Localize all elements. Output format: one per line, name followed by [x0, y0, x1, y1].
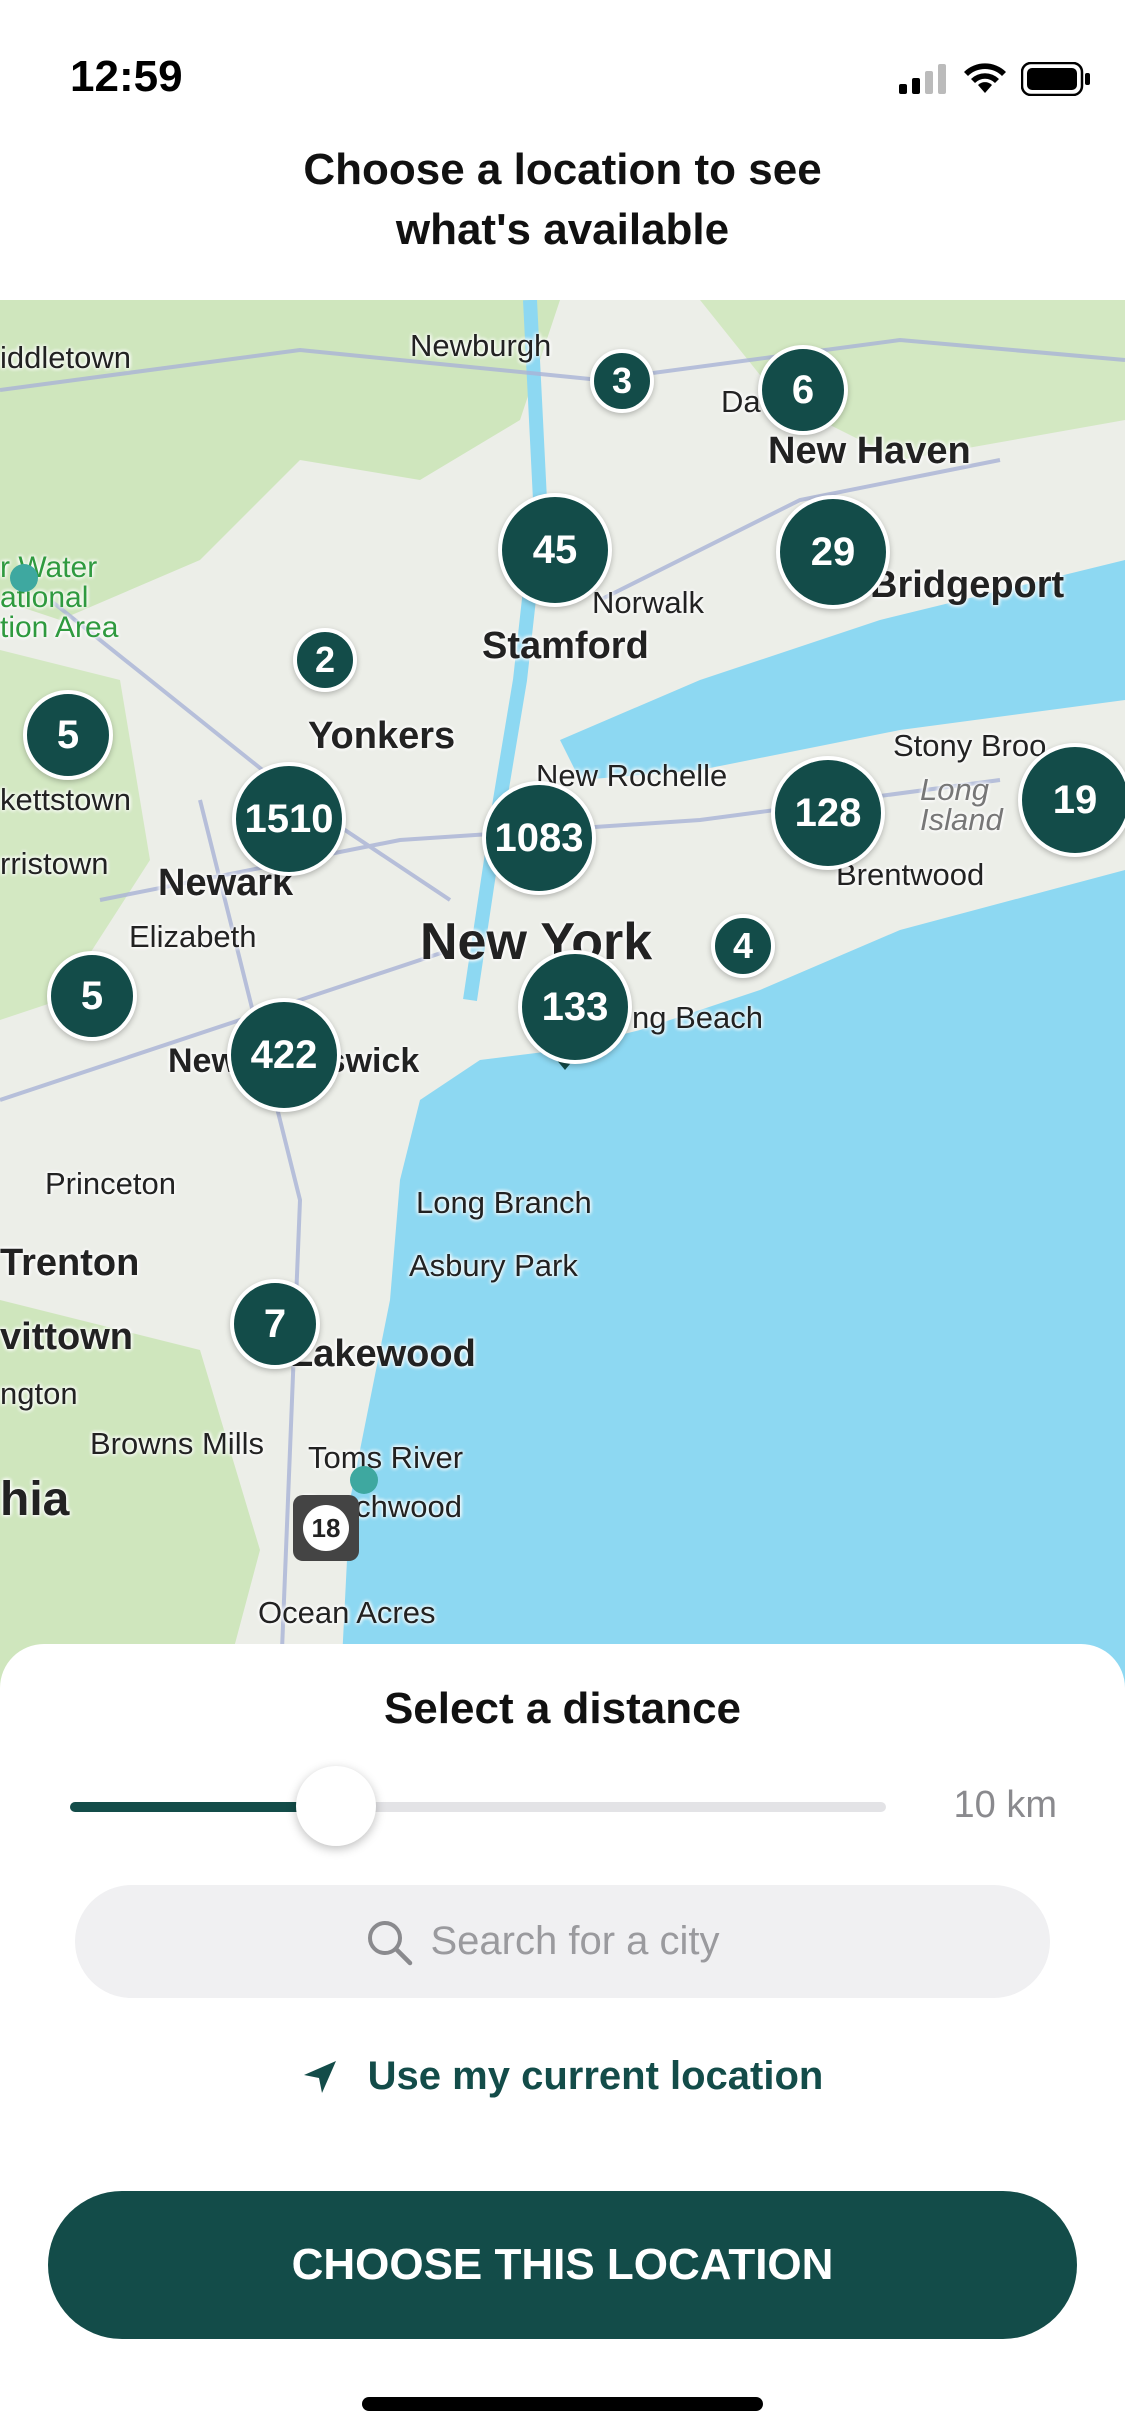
- cluster-marker[interactable]: 2: [293, 628, 357, 692]
- map[interactable]: iddletown Newburgh Da New Haven Norwalk …: [0, 300, 1125, 1700]
- page-title: Choose a location to see what's availabl…: [0, 140, 1125, 260]
- current-location-label: Use my current location: [367, 2054, 824, 2098]
- home-indicator: [362, 2397, 763, 2411]
- location-dot[interactable]: [10, 564, 38, 592]
- status-icons: [899, 62, 1091, 96]
- signal-icon: [899, 64, 946, 94]
- location-arrow-icon: [303, 2060, 336, 2093]
- cluster-marker[interactable]: 5: [23, 690, 113, 780]
- distance-title: Select a distance: [383, 1684, 742, 1733]
- map-label: kettstown: [0, 782, 131, 817]
- map-label: Da: [721, 384, 761, 419]
- city-search-field[interactable]: [75, 1885, 1050, 1998]
- map-label: hia: [0, 1473, 70, 1526]
- cluster-marker[interactable]: 128: [771, 756, 885, 870]
- bottom-sheet: Select a distance 10 km Use my current l…: [0, 1644, 1125, 2436]
- map-label: Trenton: [0, 1242, 140, 1284]
- map-label: New York: [420, 913, 653, 971]
- title-line-2: what's available: [395, 205, 730, 254]
- cluster-marker[interactable]: 45: [498, 493, 612, 607]
- map-label: rristown: [0, 846, 109, 881]
- use-current-location-button[interactable]: Use my current location: [0, 2054, 1125, 2099]
- battery-icon: [1021, 62, 1090, 96]
- map-label: ng Beach: [632, 1000, 763, 1035]
- cluster-marker[interactable]: 1510: [232, 762, 346, 876]
- map-label: vittown: [0, 1316, 133, 1358]
- map-label: Ocean Acres: [258, 1595, 436, 1630]
- distance-value: 10 km: [953, 1784, 1057, 1826]
- route-number: 18: [303, 1505, 349, 1551]
- cluster-marker[interactable]: 19: [1018, 743, 1125, 857]
- search-input[interactable]: [430, 1919, 761, 1964]
- map-label: Bridgeport: [870, 564, 1065, 606]
- map-label: New Haven: [768, 430, 971, 472]
- map-label: Island: [920, 802, 1003, 837]
- map-label: Yonkers: [308, 715, 456, 757]
- map-label: Asbury Park: [409, 1248, 578, 1283]
- map-label: Princeton: [45, 1166, 176, 1201]
- cluster-marker[interactable]: 29: [776, 495, 890, 609]
- map-label: Brentwood: [836, 857, 985, 892]
- map-label: Newburgh: [410, 328, 552, 363]
- map-label: Stamford: [482, 625, 649, 667]
- cluster-marker[interactable]: 3: [590, 349, 654, 413]
- selected-cluster-marker[interactable]: 133: [518, 950, 632, 1064]
- title-line-1: Choose a location to see: [303, 145, 822, 194]
- map-label: Browns Mills: [90, 1426, 264, 1461]
- map-label: Stony Broo: [893, 728, 1047, 763]
- map-label: Norwalk: [592, 585, 704, 620]
- cluster-marker[interactable]: 4: [711, 914, 775, 978]
- cluster-marker[interactable]: 1083: [482, 781, 596, 895]
- status-time: 12:59: [70, 52, 183, 101]
- choose-location-button[interactable]: CHOOSE THIS LOCATION: [48, 2191, 1077, 2339]
- map-label: iddletown: [0, 340, 131, 375]
- map-label: Long Branch: [416, 1185, 592, 1220]
- location-dot[interactable]: [350, 1466, 378, 1494]
- search-icon: [367, 1920, 412, 1965]
- cluster-marker[interactable]: 6: [758, 345, 848, 435]
- map-label: tion Area: [0, 611, 119, 644]
- wifi-icon: [964, 63, 1006, 93]
- map-label: Toms River: [308, 1440, 464, 1475]
- map-label: ngton: [0, 1376, 78, 1411]
- slider-thumb[interactable]: [296, 1766, 376, 1846]
- map-label: Elizabeth: [129, 919, 257, 954]
- cluster-marker[interactable]: 7: [230, 1279, 320, 1369]
- route-18-shield-icon: 18: [293, 1495, 359, 1561]
- map-label: Lakewood: [290, 1333, 476, 1375]
- cluster-marker[interactable]: 422: [227, 998, 341, 1112]
- distance-slider[interactable]: [70, 1766, 886, 1846]
- cluster-marker[interactable]: 5: [47, 951, 137, 1041]
